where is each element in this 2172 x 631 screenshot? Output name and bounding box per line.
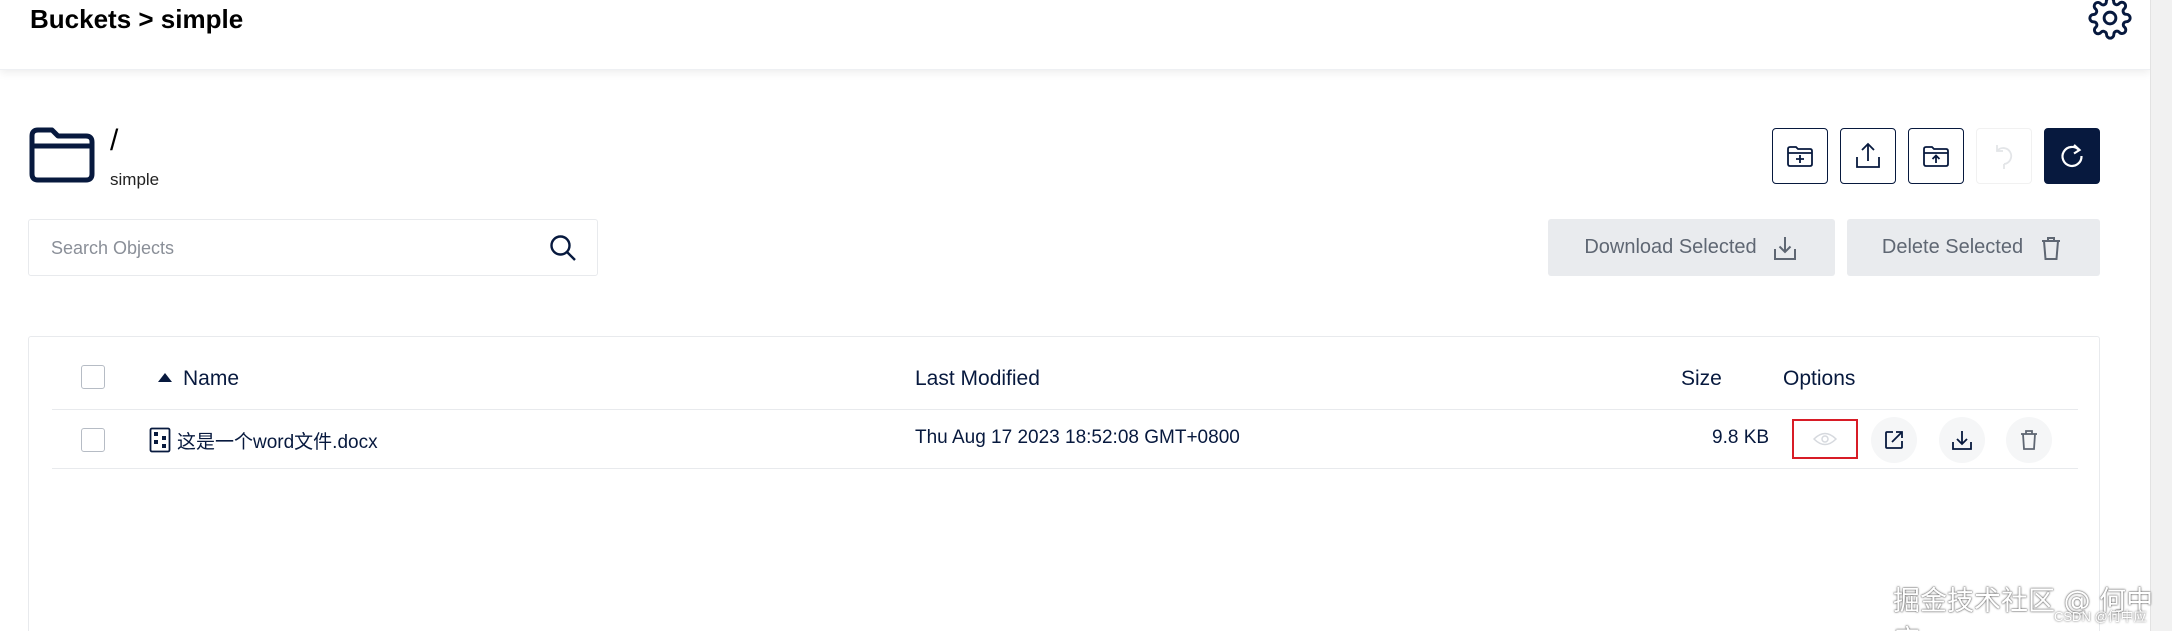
trash-icon [2021,430,2037,450]
breadcrumb[interactable]: Buckets > simple [30,4,243,35]
sort-ascending-icon[interactable] [158,373,172,382]
trash-icon [2042,236,2061,260]
refresh-icon [2061,144,2083,168]
row-checkbox[interactable] [81,428,105,452]
download-button[interactable] [1939,417,1985,463]
bucket-name: simple [110,170,160,189]
upload-folder-icon [1923,146,1949,167]
delete-selected-button[interactable]: Delete Selected [1847,219,2100,276]
select-all-checkbox[interactable] [81,365,105,389]
column-header-size[interactable]: Size [1681,367,1722,391]
column-header-options: Options [1783,367,1856,390]
header-divider [52,409,2078,410]
file-icon [149,427,171,453]
scrollbar[interactable] [2150,0,2172,631]
upload-folder-button[interactable] [1908,128,1964,184]
top-bar: Buckets > simple [0,0,2150,70]
delete-selected-label: Delete Selected [1881,236,2024,258]
new-folder-icon [1787,146,1813,167]
rewind-button[interactable] [1976,128,2032,184]
folder-icon [29,127,95,183]
share-icon [1885,431,1903,449]
row-divider [52,468,2078,469]
download-selected-button[interactable]: Download Selected [1548,219,1835,276]
gear-icon[interactable] [2088,0,2132,40]
download-selected-label: Download Selected [1584,236,1757,258]
file-name[interactable]: 这是一个word文件.docx [177,427,378,454]
file-last-modified: Thu Aug 17 2023 18:52:08 GMT+0800 [915,427,1240,448]
refresh-button[interactable] [2044,128,2100,184]
file-size: 9.8 KB [1712,427,1770,448]
rewind-icon [1996,145,2013,169]
download-icon [1773,236,1796,260]
current-path: / [110,124,119,157]
preview-button[interactable] [1792,419,1858,459]
watermark-sub: CSDN @何中应 [2054,609,2147,624]
upload-file-button[interactable] [1840,128,1896,184]
eye-icon [1813,432,1837,446]
search-input[interactable] [51,234,531,262]
column-header-name[interactable]: Name [183,367,239,391]
search-icon[interactable] [547,232,579,264]
upload-file-icon [1856,142,1880,168]
create-folder-button[interactable] [1772,128,1828,184]
delete-button[interactable] [2006,417,2052,463]
search-box [28,219,598,276]
column-header-last-modified[interactable]: Last Modified [915,367,1040,391]
download-icon [1952,431,1972,450]
share-button[interactable] [1871,417,1917,463]
